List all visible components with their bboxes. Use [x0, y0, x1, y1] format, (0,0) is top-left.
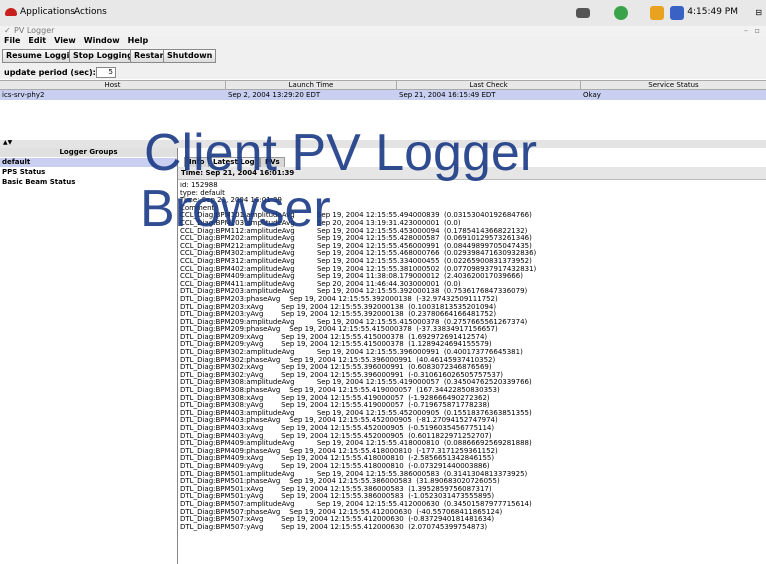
- network-icon[interactable]: [614, 6, 628, 20]
- update-period-input[interactable]: 5: [96, 67, 116, 78]
- update-period-row: update period (sec): 5: [0, 65, 766, 79]
- menu-file[interactable]: File: [4, 36, 20, 45]
- chevron-down-icon[interactable]: ✓: [4, 26, 11, 35]
- system-panel: Applications Actions 4:15:49 PM ⊟: [0, 0, 766, 27]
- panel-more-icon[interactable]: ⊟: [755, 8, 762, 17]
- column-header-service-status[interactable]: Service Status: [581, 81, 766, 90]
- clock[interactable]: 4:15:49 PM: [687, 7, 738, 17]
- log-line: DTL_Diag:BPM507:yAvg Sep 19, 2004 12:15:…: [180, 522, 488, 531]
- shutdown-button[interactable]: Shutdown: [163, 49, 217, 63]
- menu-view[interactable]: View: [54, 36, 76, 45]
- overlay-title-line1: Client PV Logger: [144, 124, 538, 182]
- launch-time-cell: Sep 2, 2004 13:29:20 EDT: [228, 91, 321, 99]
- minimize-icon[interactable]: –: [744, 26, 748, 35]
- applications-menu[interactable]: Applications: [20, 7, 75, 17]
- maximize-icon[interactable]: ▫: [755, 26, 760, 35]
- stop-logging-button[interactable]: Stop Logging: [69, 49, 137, 63]
- column-header-host[interactable]: Host: [0, 81, 226, 90]
- last-check-cell: Sep 21, 2004 16:15:49 EDT: [399, 91, 496, 99]
- actions-menu[interactable]: Actions: [74, 7, 107, 17]
- monitor-icon[interactable]: [670, 6, 684, 20]
- window-title: PV Logger: [14, 26, 55, 35]
- menu-window[interactable]: Window: [84, 36, 120, 45]
- update-period-label: update period (sec):: [4, 68, 96, 77]
- toolbar: Resume Logging Stop Logging Restart Shut…: [0, 47, 766, 66]
- column-header-launch-time[interactable]: Launch Time: [226, 81, 397, 90]
- menu-help[interactable]: Help: [128, 36, 149, 45]
- log-text[interactable]: id: 152988 type: default Time: Sep 21, 200…: [180, 182, 764, 564]
- collapse-arrows-icon[interactable]: ▲▼: [3, 139, 12, 146]
- service-status-cell: Okay: [583, 91, 601, 99]
- camera-icon[interactable]: [576, 8, 590, 18]
- table-row[interactable]: ics-srv-phy2 Sep 2, 2004 13:29:20 EDT Se…: [0, 90, 766, 100]
- lock-icon[interactable]: [650, 6, 664, 20]
- applications-icon[interactable]: [5, 8, 17, 16]
- menu-edit[interactable]: Edit: [28, 36, 46, 45]
- overlay-title-line2: Browser: [140, 180, 331, 238]
- menu-bar: File Edit View Window Help: [0, 36, 766, 47]
- host-cell: ics-srv-phy2: [2, 91, 45, 99]
- column-header-last-check[interactable]: Last Check: [397, 81, 581, 90]
